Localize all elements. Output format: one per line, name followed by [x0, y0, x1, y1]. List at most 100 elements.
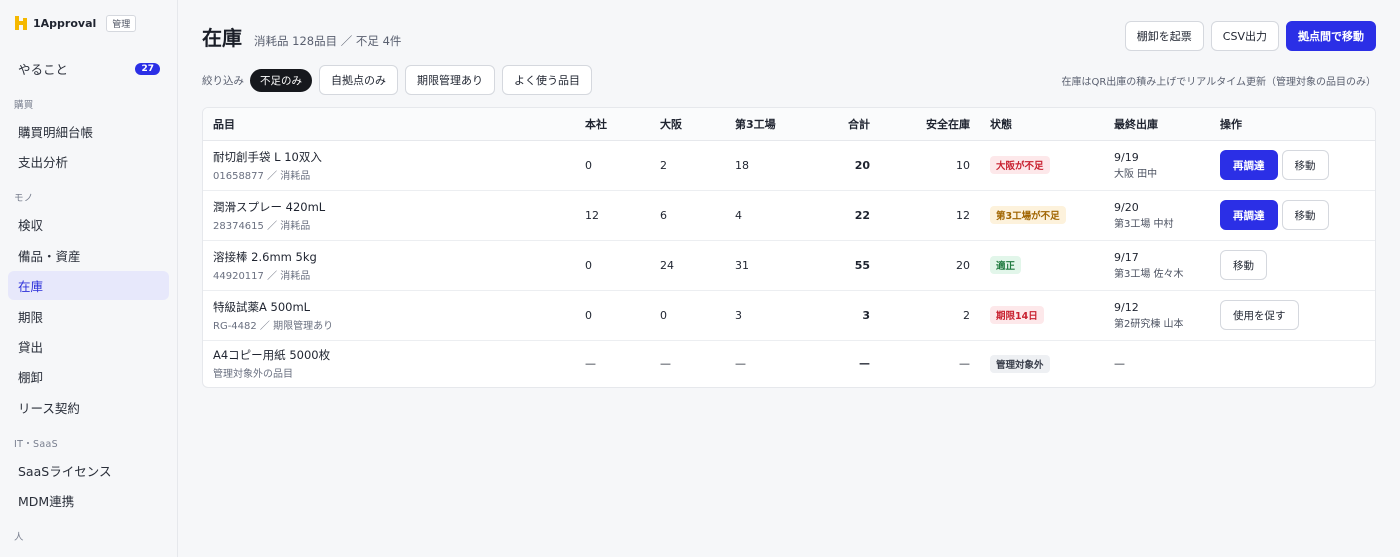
sidebar-item-todo[interactable]: やること 27	[8, 54, 169, 83]
filter-chip[interactable]: よく使う品目	[502, 65, 592, 95]
last-issue-cell: 9/20 第3工場 中村	[1104, 190, 1210, 241]
page-title: 在庫	[202, 25, 242, 50]
sidebar-item[interactable]: 検収	[8, 210, 169, 239]
stock-total: 22	[820, 190, 880, 241]
sidebar-item[interactable]: 棚卸	[8, 362, 169, 391]
status-cell: 大阪が不足	[980, 140, 1104, 191]
filter-chip[interactable]: 期限管理あり	[405, 65, 495, 95]
stock-honsha: 0	[575, 290, 650, 341]
table-body: 耐切創手袋 L 10双入 01658877 ／ 消耗品 0 2 18 20 10 大阪が不足 9…	[203, 140, 1375, 387]
stock-osaka: 0	[650, 290, 725, 341]
item-cell: 溶接棒 2.6mm 5kg 44920117 ／ 消耗品	[203, 240, 575, 291]
column-header: 状態	[980, 108, 1104, 141]
table-row: 潤滑スプレー 420mL 28374615 ／ 消耗品 12 6 4 22 12 第3工場が不…	[203, 190, 1375, 241]
safety-stock: 20	[880, 240, 980, 291]
stocktake-button[interactable]: 棚卸を起票	[1124, 21, 1204, 51]
sidebar-item[interactable]: MDM連携	[8, 486, 169, 515]
move-button[interactable]: 移動	[1281, 200, 1329, 230]
item-name: 特級試薬A 500mL	[213, 299, 311, 314]
sidebar-item[interactable]: メンバー	[8, 549, 169, 557]
item-cell: 潤滑スプレー 420mL 28374615 ／ 消耗品	[203, 190, 575, 241]
sidebar-item[interactable]: SaaSライセンス	[8, 456, 169, 485]
sidebar-item-label: 検収	[18, 218, 44, 234]
item-cell: 特級試薬A 500mL RG-4482 ／ 期限管理あり	[203, 290, 575, 341]
table-header-row: 品目 本社 大阪 第3工場 合計 安全在庫 状態 最終出庫 操作	[203, 108, 1375, 141]
admin-badge: 管理	[106, 14, 137, 32]
move-button[interactable]: 移動	[1220, 250, 1267, 280]
main-content: 在庫 消耗品 128品目 ／ 不足 4件 棚卸を起票 CSV出力 拠点間で移動 …	[178, 0, 1400, 557]
sidebar-item[interactable]: 期限	[8, 302, 169, 331]
reorder-button[interactable]: 再調達	[1220, 200, 1278, 230]
filter-chip[interactable]: 不足のみ	[250, 68, 312, 92]
item-name: 溶接棒 2.6mm 5kg	[213, 249, 317, 264]
sidebar-section-title: IT・SaaS	[14, 438, 58, 450]
stock-factory3: —	[735, 357, 746, 371]
ops-cell: 使用を促す	[1210, 290, 1375, 341]
last-issue-person: 大阪 田中	[1114, 168, 1158, 180]
item-cell: A4コピー用紙 5000枚 管理対象外の品目	[203, 340, 575, 387]
sidebar-item[interactable]: 在庫	[8, 271, 169, 301]
sidebar-item-label: 棚卸	[18, 370, 44, 386]
column-header: 第3工場	[725, 108, 820, 141]
sidebar-item-label: 支出分析	[18, 155, 69, 171]
column-header: 本社	[575, 108, 650, 141]
column-header: 最終出庫	[1104, 108, 1210, 141]
sidebar-item-label: 在庫	[18, 279, 44, 295]
sidebar-item-label: 備品・資産	[18, 248, 81, 264]
move-button[interactable]: 移動	[1281, 150, 1329, 180]
brand-name: 1Approval	[33, 16, 97, 30]
safety-stock: 2	[880, 290, 980, 341]
stock-total: —	[859, 357, 870, 371]
table-row: 溶接棒 2.6mm 5kg 44920117 ／ 消耗品 0 24 31 55 20 適正 9/…	[203, 240, 1375, 291]
last-issue-cell: 9/19 大阪 田中	[1104, 140, 1210, 191]
sidebar-item-label: リース契約	[18, 400, 80, 416]
filter-chip[interactable]: 自拠点のみ	[319, 65, 398, 95]
sidebar: 1Approval 管理 やること 27 購買 購買明細台帳 支出分析 モノ 検収 備品・…	[0, 0, 178, 557]
stock-osaka: —	[660, 357, 671, 371]
status-cell: 第3工場が不足	[980, 190, 1104, 241]
sidebar-item[interactable]: 購買明細台帳	[8, 117, 169, 146]
stock-osaka: 24	[650, 240, 725, 291]
filter-note: 在庫はQR出庫の積み上げでリアルタイム更新（管理対象の品目のみ）	[1061, 76, 1376, 88]
todo-count-badge: 27	[135, 62, 160, 75]
status-badge: 第3工場が不足	[990, 206, 1066, 224]
stock-total: 55	[820, 240, 880, 291]
sidebar-item[interactable]: リース契約	[8, 393, 169, 422]
filter-bar: 絞り込み 不足のみ 自拠点のみ 期限管理あり よく使う品目 在庫はQR出庫の積み上げで…	[202, 65, 1376, 95]
last-issue-person: 第3工場 中村	[1114, 218, 1174, 230]
stock-osaka: 2	[650, 140, 725, 191]
page-header: 在庫 消耗品 128品目 ／ 不足 4件 棚卸を起票 CSV出力 拠点間で移動	[202, 20, 1376, 52]
sidebar-section-title: モノ	[14, 193, 34, 205]
stock-factory3: 31	[725, 240, 820, 291]
last-issue-cell: 9/17 第3工場 佐々木	[1104, 240, 1210, 291]
column-header: 操作	[1210, 108, 1375, 141]
prompt-use-button[interactable]: 使用を促す	[1220, 300, 1299, 330]
csv-export-button[interactable]: CSV出力	[1210, 21, 1279, 51]
inventory-table: 品目 本社 大阪 第3工場 合計 安全在庫 状態 最終出庫 操作 耐切創手袋 L 10双入 016…	[202, 107, 1376, 388]
sidebar-item-label: MDM連携	[18, 494, 75, 510]
sidebar-item[interactable]: 貸出	[8, 332, 169, 361]
item-code: 管理対象外の品目	[213, 369, 293, 381]
sidebar-item-label: やること	[18, 62, 69, 77]
ops-cell: 再調達 移動	[1210, 190, 1375, 241]
status-cell: 適正	[980, 240, 1104, 291]
table-row: A4コピー用紙 5000枚 管理対象外の品目 — — — — — 管理対象外 —	[203, 340, 1375, 387]
safety-stock: 10	[880, 140, 980, 191]
brand[interactable]: 1Approval 管理	[8, 14, 169, 32]
status-badge: 管理対象外	[990, 354, 1050, 373]
sidebar-item-label: SaaSライセンス	[18, 463, 112, 479]
last-issue-cell: 9/12 第2研究棟 山本	[1104, 290, 1210, 341]
item-name: A4コピー用紙 5000枚	[213, 348, 331, 363]
status-cell: 管理対象外	[980, 340, 1104, 387]
ops-cell: 移動	[1210, 240, 1375, 291]
stock-honsha: 0	[575, 140, 650, 191]
sidebar-item-label: 期限	[18, 309, 44, 325]
column-header: 安全在庫	[880, 108, 980, 141]
sidebar-item[interactable]: 支出分析	[8, 147, 169, 176]
transfer-button[interactable]: 拠点間で移動	[1286, 21, 1376, 51]
ops-cell	[1210, 340, 1375, 387]
sidebar-item[interactable]: 備品・資産	[8, 241, 169, 270]
reorder-button[interactable]: 再調達	[1220, 150, 1278, 180]
stock-total: 20	[820, 140, 880, 191]
stock-honsha: 0	[575, 240, 650, 291]
